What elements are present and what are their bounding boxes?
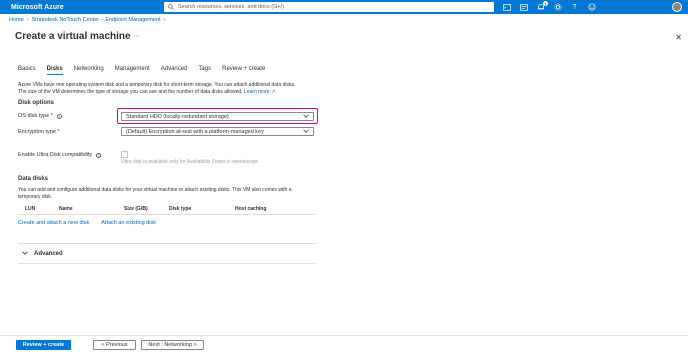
page-title: Create a virtual machine <box>15 31 131 42</box>
os-disk-type-value: Standard HDD (locally-redundant storage) <box>126 113 229 120</box>
encryption-type-label: Encryption type * <box>18 129 60 135</box>
chevron-right-icon: › <box>26 17 29 23</box>
tab-networking[interactable]: Networking <box>74 66 104 75</box>
chevron-right-icon: › <box>163 17 166 23</box>
os-disk-type-label-text: OS disk type * <box>18 113 53 119</box>
attach-existing-disk-link[interactable]: Attach an existing disk <box>101 220 156 226</box>
brand-link[interactable]: Microsoft Azure <box>11 4 151 11</box>
os-disk-type-dropdown[interactable]: Standard HDD (locally-redundant storage) <box>121 112 314 121</box>
disks-description: Azure VMs have one operating system disk… <box>18 82 318 96</box>
column-host-caching: Host caching <box>235 206 267 212</box>
data-disks-heading: Data disks <box>18 176 49 182</box>
notification-badge: 1 <box>543 0 548 6</box>
next-networking-button[interactable]: Next : Networking > <box>141 340 204 350</box>
description-line-2: The size of the VM determines the type o… <box>18 89 243 95</box>
advanced-expander[interactable]: Advanced <box>22 251 63 257</box>
external-link-icon: ↗ <box>270 89 276 95</box>
breadcrumb-home[interactable]: Home <box>9 17 24 23</box>
info-icon[interactable]: i <box>96 152 102 158</box>
wizard-tabs: Basics Disks Networking Management Advan… <box>18 66 276 75</box>
help-icon[interactable]: ? <box>570 3 579 12</box>
tab-basics[interactable]: Basics <box>18 66 36 75</box>
review-create-button[interactable]: Review + create <box>16 340 71 350</box>
tab-review-create[interactable]: Review + create <box>222 66 265 75</box>
breadcrumb: Home › Stratodesk NoTouch Center – Endpo… <box>9 17 168 23</box>
directory-filter-icon[interactable] <box>519 3 528 12</box>
os-disk-type-label: OS disk type * i <box>18 113 62 119</box>
data-disks-desc-line-1: You can add and configure additional dat… <box>18 187 292 193</box>
previous-button[interactable]: < Previous <box>93 340 136 350</box>
top-bar: Microsoft Azure Search resources, servic… <box>0 0 688 14</box>
search-input[interactable]: Search resources, services, and docs (G+… <box>164 2 494 12</box>
ultra-disk-checkbox[interactable] <box>121 151 128 158</box>
cloud-shell-icon[interactable] <box>502 3 511 12</box>
breadcrumb-stratodesk[interactable]: Stratodesk NoTouch Center – Endpoint Man… <box>32 17 161 23</box>
chevron-down-icon <box>22 251 28 257</box>
search-icon <box>167 3 175 11</box>
data-disks-desc-line-2: temporary disk. <box>18 194 53 200</box>
ultra-disk-label: Enable Ultra Disk compatibility i <box>18 152 102 158</box>
avatar[interactable] <box>672 2 682 12</box>
search-placeholder: Search resources, services, and docs (G+… <box>178 4 284 10</box>
tab-management[interactable]: Management <box>115 66 150 75</box>
top-icons: 1 ? <box>502 0 596 14</box>
chevron-down-icon <box>303 114 309 120</box>
column-lun: LUN <box>25 206 36 212</box>
encryption-type-value: (Default) Encryption at-rest with a plat… <box>126 128 264 135</box>
data-disks-table-header: LUN Name Size (GiB) Disk type Host cachi… <box>18 205 316 215</box>
chevron-down-icon <box>303 129 309 135</box>
data-disk-actions: Create and attach a new disk Attach an e… <box>18 220 156 226</box>
tab-tags[interactable]: Tags <box>198 66 211 75</box>
settings-gear-icon[interactable] <box>553 3 562 12</box>
advanced-label: Advanced <box>34 251 63 257</box>
more-options-icon[interactable]: ··· <box>133 33 140 40</box>
notifications-icon[interactable]: 1 <box>536 0 548 12</box>
learn-more-link[interactable]: Learn more <box>244 89 270 95</box>
ultra-disk-note: Ultra disk is available only for Availab… <box>121 159 260 165</box>
info-icon[interactable]: i <box>56 113 62 119</box>
description-line-1: Azure VMs have one operating system disk… <box>18 82 296 88</box>
tab-advanced[interactable]: Advanced <box>161 66 188 75</box>
close-icon[interactable]: ✕ <box>675 33 682 42</box>
encryption-type-dropdown[interactable]: (Default) Encryption at-rest with a plat… <box>121 127 314 136</box>
ultra-disk-label-text: Enable Ultra Disk compatibility <box>18 152 93 158</box>
data-disks-description: You can add and configure additional dat… <box>18 187 318 201</box>
tab-disks[interactable]: Disks <box>46 66 63 75</box>
disk-options-heading: Disk options <box>18 100 55 106</box>
column-disk-type: Disk type <box>169 206 192 212</box>
feedback-icon[interactable] <box>587 3 596 12</box>
column-size: Size (GiB) <box>124 206 148 212</box>
create-attach-disk-link[interactable]: Create and attach a new disk <box>18 220 89 226</box>
divider <box>18 263 316 264</box>
column-name: Name <box>59 206 73 212</box>
divider <box>18 243 316 244</box>
